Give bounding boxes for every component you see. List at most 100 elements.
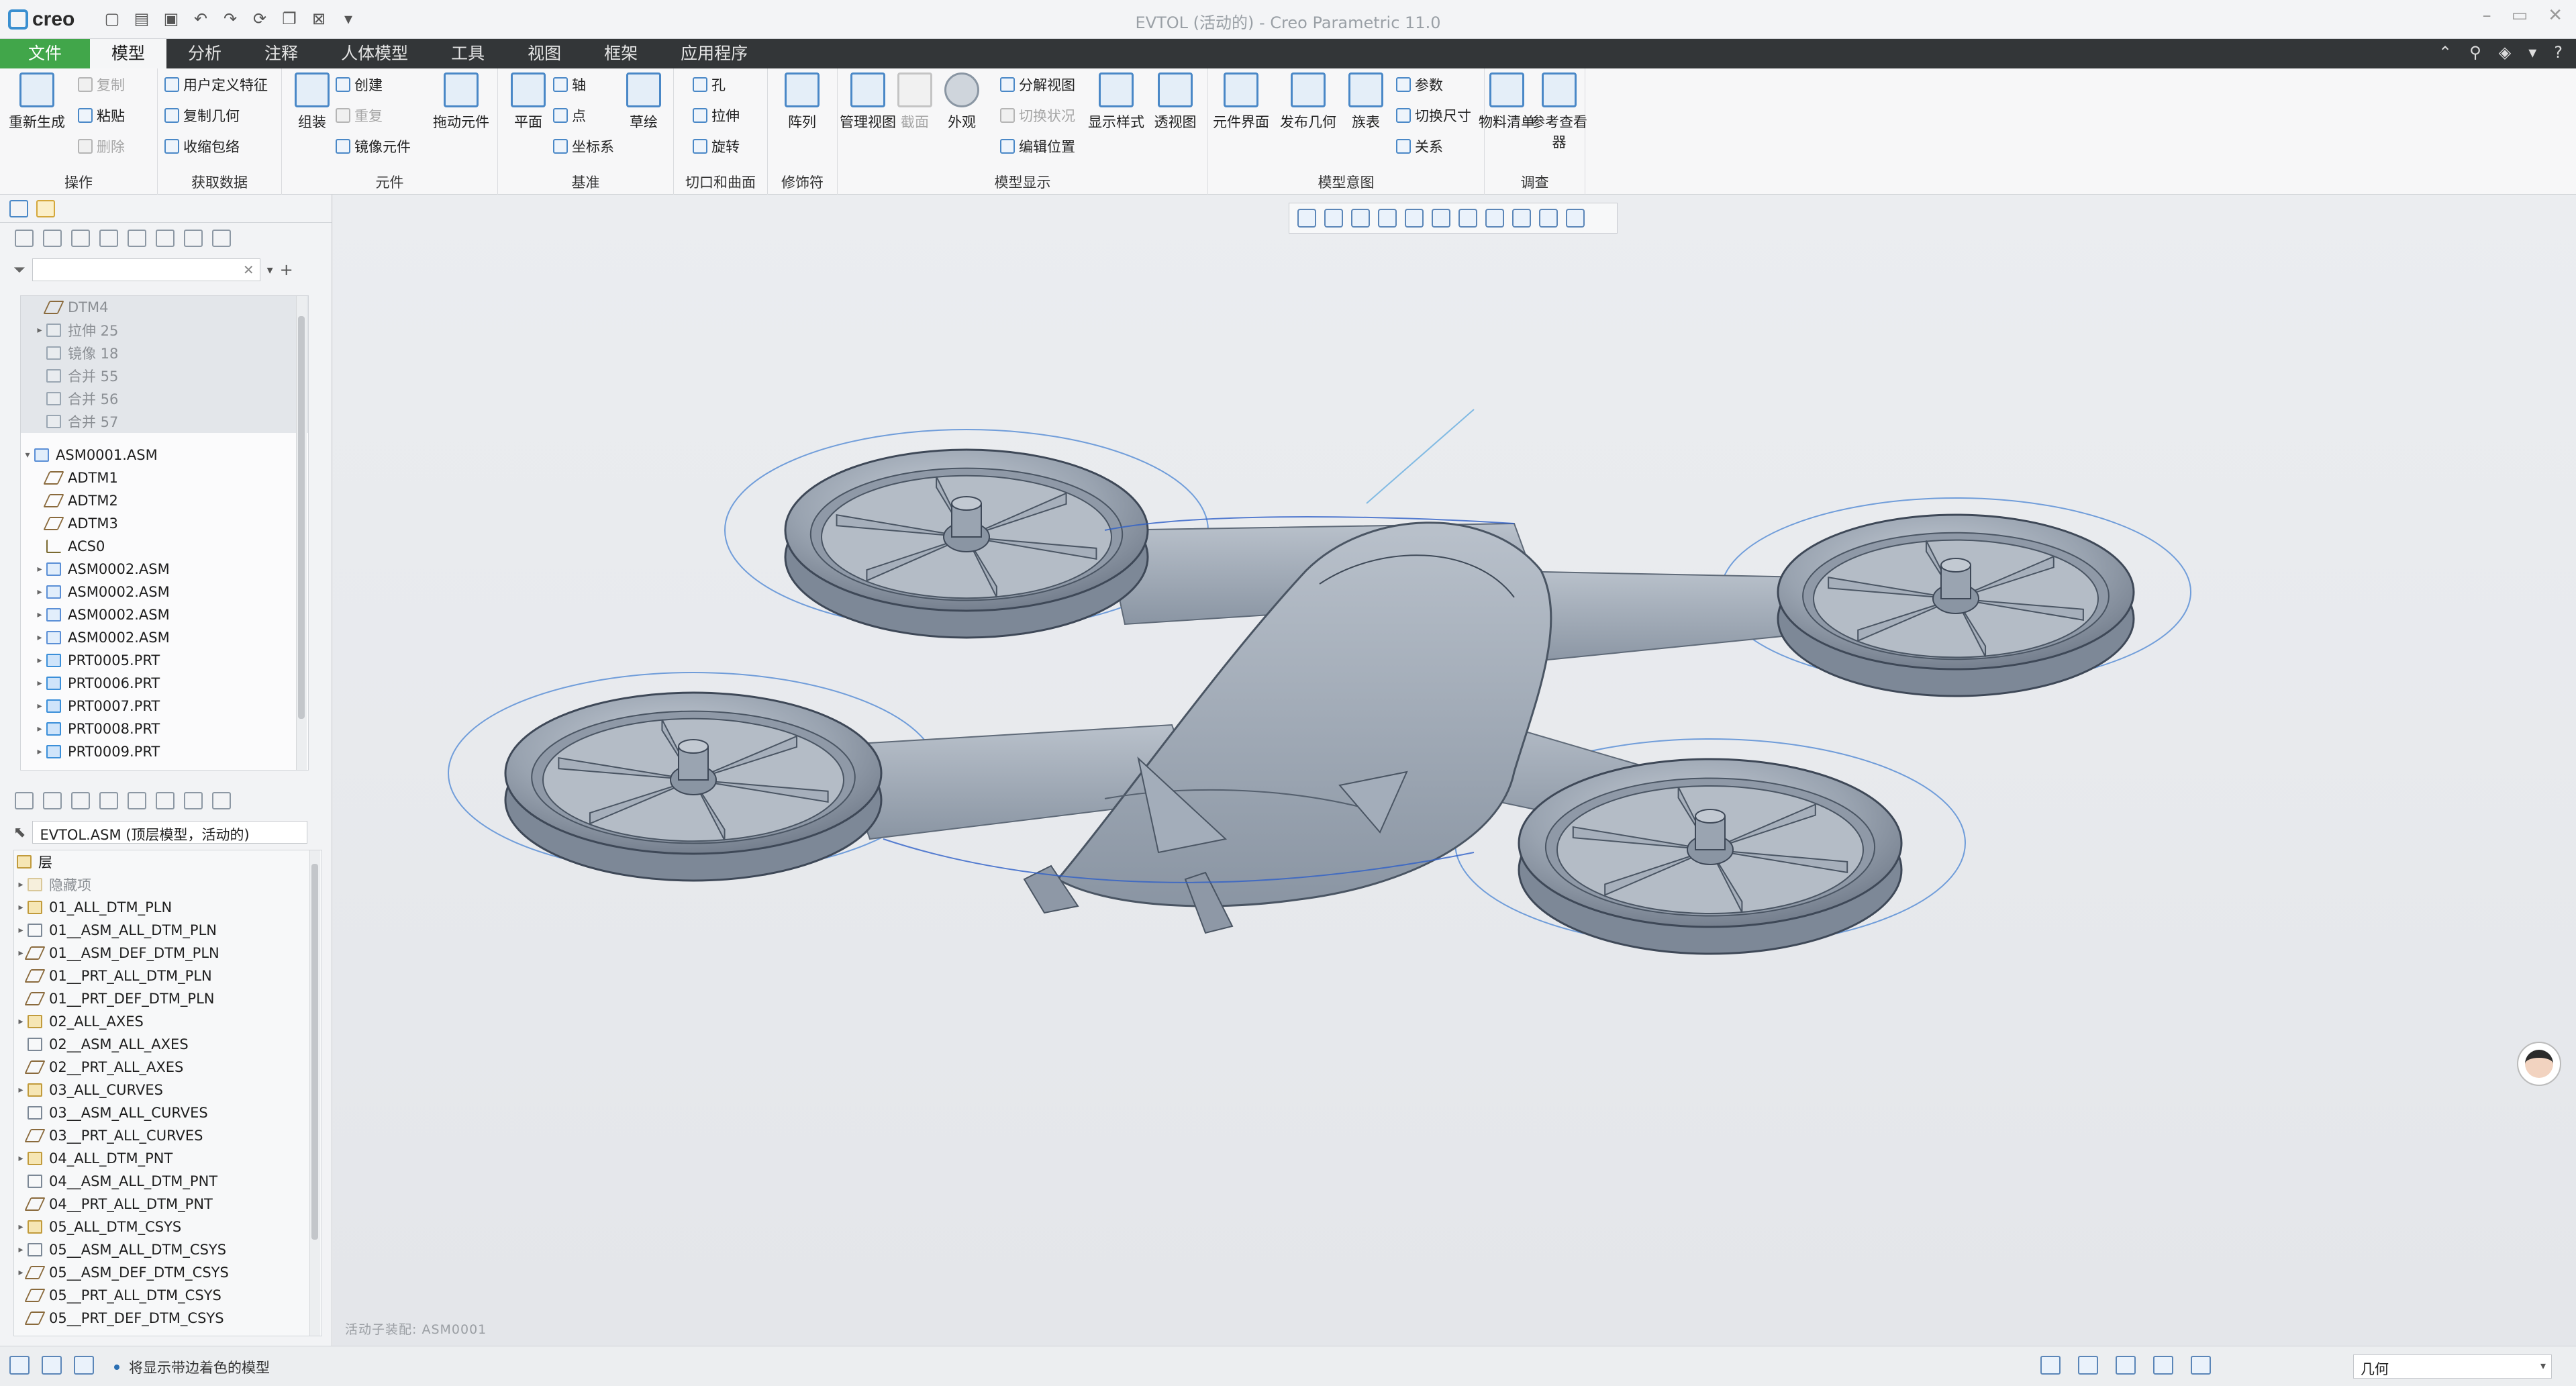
navigator-toggle-icon[interactable] <box>9 1356 30 1375</box>
tree-item[interactable]: ▸ ASM0002.ASM <box>21 603 308 626</box>
layer-item[interactable]: 02__ASM_ALL_AXES <box>14 1033 321 1056</box>
expand-arrow-icon[interactable]: ▸ <box>33 701 46 711</box>
assemble-button[interactable]: 组装 <box>282 72 342 132</box>
layer-item[interactable]: 04__PRT_ALL_DTM_PNT <box>14 1193 321 1216</box>
tree-item[interactable]: 合并 57 <box>21 410 308 433</box>
tab-tools[interactable]: 工具 <box>430 39 506 68</box>
tree-item[interactable]: ACS0 <box>21 535 308 558</box>
tab-annotate[interactable]: 注释 <box>243 39 319 68</box>
expand-arrow-icon[interactable]: ▸ <box>14 1016 28 1027</box>
paste-button[interactable]: 粘贴 <box>78 102 125 129</box>
expand-arrow-icon[interactable]: ▸ <box>33 655 46 666</box>
udf-button[interactable]: 用户定义特征 <box>164 71 268 98</box>
tree-item[interactable]: ▸ PRT0006.PRT <box>21 672 308 695</box>
tree-item[interactable]: ADTM1 <box>21 466 308 489</box>
group-label-operations[interactable]: 操作 <box>0 172 157 192</box>
expand-arrow-icon[interactable]: ▸ <box>33 724 46 734</box>
expand-arrow-icon[interactable]: ▸ <box>33 564 46 575</box>
collapse-ribbon-icon[interactable]: ⌃ <box>2438 43 2452 62</box>
maximize-icon[interactable]: ▭ <box>2512 5 2528 26</box>
plane-button[interactable]: 平面 <box>498 72 558 132</box>
tree-settings-icon[interactable] <box>156 230 175 247</box>
expand-arrow-icon[interactable]: ▸ <box>14 925 28 936</box>
evtol-model[interactable] <box>333 195 2576 1346</box>
search-icon[interactable]: ⚲ <box>2469 43 2481 62</box>
tree-item[interactable]: ▸ PRT0005.PRT <box>21 649 308 672</box>
expand-arrow-icon[interactable]: ▸ <box>33 587 46 597</box>
add-filter-icon[interactable]: + <box>280 260 293 279</box>
tab-analysis[interactable]: 分析 <box>166 39 243 68</box>
layer-item[interactable]: ▸ 02_ALL_AXES <box>14 1010 321 1033</box>
tree-item[interactable]: ▸ ASM0002.ASM <box>21 558 308 581</box>
layer-item[interactable]: ▸ 05_ALL_DTM_CSYS <box>14 1216 321 1238</box>
hole-button[interactable]: 孔 <box>693 71 726 98</box>
tree-item[interactable]: ▸ PRT0007.PRT <box>21 695 308 717</box>
tab-framework[interactable]: 框架 <box>583 39 659 68</box>
revolve-button[interactable]: 旋转 <box>693 133 740 160</box>
layer-item[interactable]: ▸ 04_ALL_DTM_PNT <box>14 1147 321 1170</box>
mirror-component-button[interactable]: 镜像元件 <box>336 133 411 160</box>
tree-search-input[interactable]: ✕ <box>32 258 260 281</box>
layer-more-icon[interactable] <box>184 792 203 809</box>
tree-expand-icon[interactable] <box>43 230 62 247</box>
layer-item[interactable]: ▸ 01_ALL_DTM_PLN <box>14 896 321 919</box>
expand-arrow-icon[interactable]: ▸ <box>14 1244 28 1255</box>
fullscreen-icon[interactable] <box>74 1356 94 1375</box>
sketch-button[interactable]: 草绘 <box>613 72 674 132</box>
relations-button[interactable]: 关系 <box>1396 133 1443 160</box>
layer-item[interactable]: ▸ 01__ASM_DEF_DTM_PLN <box>14 942 321 964</box>
layer-item[interactable]: 01__PRT_DEF_DTM_PLN <box>14 987 321 1010</box>
group-label-cut-surface[interactable]: 切口和曲面 <box>674 172 767 192</box>
graphics-viewport[interactable]: 活动子装配: ASM0001 <box>333 195 2576 1346</box>
regen-status-icon[interactable] <box>2191 1356 2211 1375</box>
tab-model[interactable]: 模型 <box>90 39 167 68</box>
expand-arrow-icon[interactable]: ▸ <box>33 609 46 620</box>
collapse-arrow-icon[interactable]: ▾ <box>21 450 34 460</box>
expand-arrow-icon[interactable]: ▸ <box>33 746 46 757</box>
options-chevron-icon[interactable]: ▾ <box>2528 43 2536 62</box>
layer-item[interactable]: 05__PRT_DEF_DTM_CSYS <box>14 1307 321 1330</box>
layer-collapse-icon[interactable] <box>71 792 90 809</box>
publish-geometry-button[interactable]: 发布几何 <box>1278 72 1338 132</box>
binoculars-find-icon[interactable] <box>2078 1356 2098 1375</box>
tree-show-icon[interactable] <box>184 230 203 247</box>
layer-tree-scrollbar[interactable] <box>309 850 320 1336</box>
group-label-get-data[interactable]: 获取数据 <box>158 172 281 192</box>
layer-item[interactable]: ▸ 05__ASM_DEF_DTM_CSYS <box>14 1261 321 1284</box>
tree-more-icon[interactable] <box>212 230 231 247</box>
layer-view-icon[interactable] <box>15 792 34 809</box>
layer-item[interactable]: ▸ 隐藏项 <box>14 873 321 896</box>
point-button[interactable]: 点 <box>553 102 586 129</box>
tree-item[interactable]: ADTM3 <box>21 512 308 535</box>
drag-components-button[interactable]: 拖动元件 <box>431 72 491 132</box>
layer-item[interactable]: ▸ 01__ASM_ALL_DTM_PLN <box>14 919 321 942</box>
selection-filter-icon[interactable] <box>2153 1356 2173 1375</box>
tree-item[interactable]: ▸ ASM0002.ASM <box>21 581 308 603</box>
folder-browser-tab-icon[interactable] <box>36 200 55 217</box>
explode-view-button[interactable]: 分解视图 <box>1000 71 1075 98</box>
switch-dimensions-button[interactable]: 切换尺寸 <box>1396 102 1471 129</box>
filter-funnel-icon[interactable]: ⏷ <box>13 262 26 279</box>
layer-item[interactable]: 04__ASM_ALL_DTM_PNT <box>14 1170 321 1193</box>
copy-button[interactable]: 复制 <box>78 71 125 98</box>
layer-item[interactable]: ▸ 05__ASM_ALL_DTM_CSYS <box>14 1238 321 1261</box>
clear-search-icon[interactable]: ✕ <box>243 262 254 278</box>
shrinkwrap-button[interactable]: 收缩包络 <box>164 133 240 160</box>
expand-arrow-icon[interactable]: ▸ <box>14 1153 28 1164</box>
close-icon[interactable]: ✕ <box>2548 5 2563 26</box>
layer-props-icon[interactable] <box>156 792 175 809</box>
perspective-button[interactable]: 透视图 <box>1145 72 1205 132</box>
model-tree-tab-icon[interactable] <box>9 200 28 217</box>
pointer-select-icon[interactable]: ⬉ <box>13 824 26 841</box>
group-label-model-intent[interactable]: 模型意图 <box>1208 172 1484 192</box>
expand-arrow-icon[interactable]: ▸ <box>33 678 46 689</box>
expand-arrow-icon[interactable]: ▸ <box>14 879 28 890</box>
tree-item[interactable]: 合并 55 <box>21 364 308 387</box>
layer-save-icon[interactable] <box>212 792 231 809</box>
tree-item-asm0001[interactable]: ▾ ASM0001.ASM <box>21 444 308 466</box>
group-label-datum[interactable]: 基准 <box>498 172 673 192</box>
layer-item[interactable]: 03__ASM_ALL_CURVES <box>14 1101 321 1124</box>
selection-filter-select[interactable]: 几何 ▾ <box>2353 1354 2552 1379</box>
toggle-status-button[interactable]: 切换状况 <box>1000 102 1075 129</box>
layer-expand-icon[interactable] <box>43 792 62 809</box>
